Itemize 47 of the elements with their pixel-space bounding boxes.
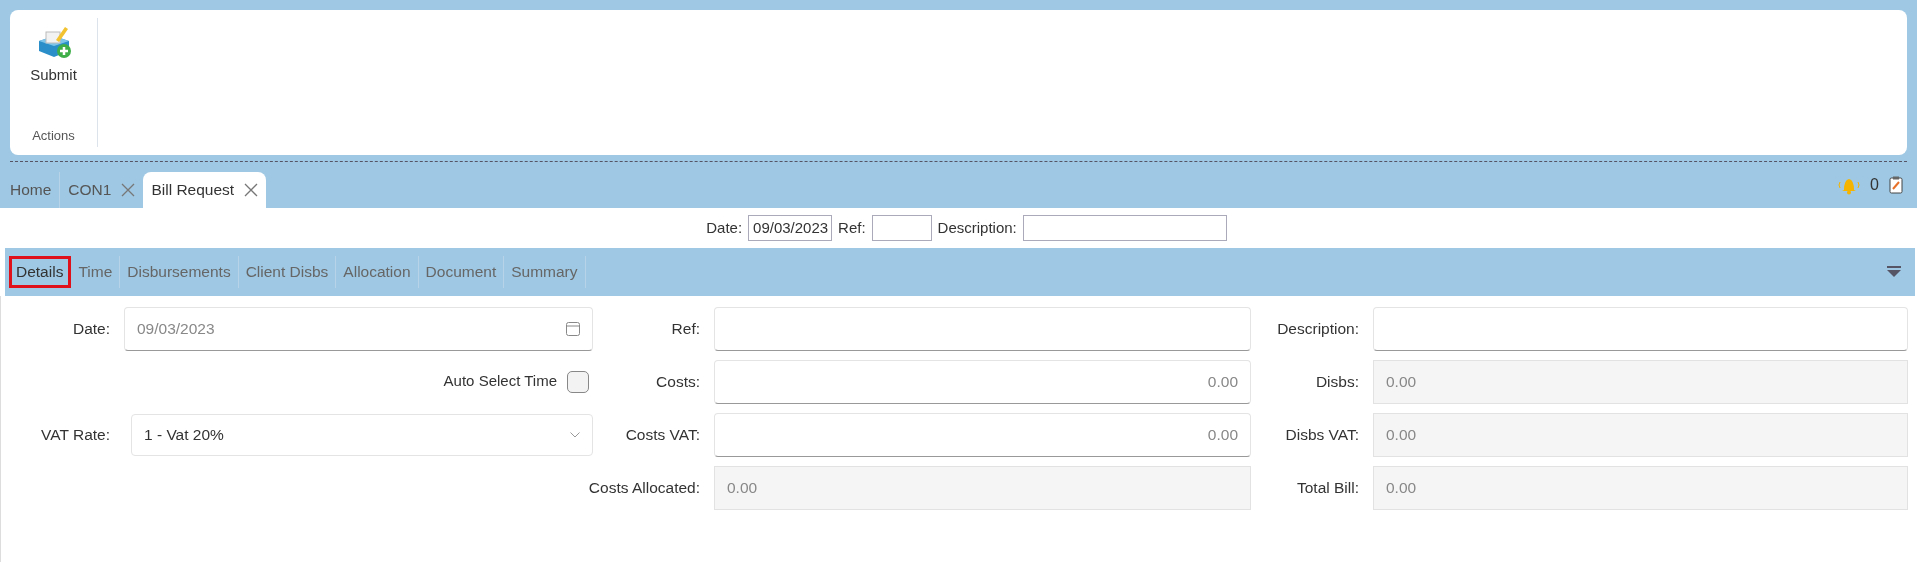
input-field[interactable] [871, 215, 932, 241]
input-field: 0.00 [714, 465, 1251, 510]
field-label: Ref: [671, 318, 701, 339]
input-field[interactable] [1022, 215, 1227, 241]
chevron-down-icon [570, 431, 580, 438]
notification-count: 0 [1870, 175, 1879, 195]
checkbox[interactable] [567, 370, 589, 393]
field-label: Costs: [656, 371, 701, 392]
page-tab[interactable]: Bill Request [143, 172, 267, 208]
field-label: Auto Select Time [443, 371, 557, 392]
field-label: Description: [937, 217, 1017, 238]
section-tab[interactable]: Allocation [336, 256, 419, 288]
field-label: Disbs: [1315, 371, 1360, 392]
field-label: Costs Allocated: [588, 477, 701, 498]
field-label: Ref: [838, 217, 866, 238]
field-label: Total Bill: [1296, 477, 1360, 498]
submit-button[interactable]: Submit [26, 18, 81, 87]
clipboard-pencil-icon [1889, 176, 1903, 194]
dropdown[interactable]: 1 - Vat 20% [131, 413, 593, 456]
input-field[interactable]: 0.00 [714, 412, 1251, 457]
section-tab[interactable]: Details [9, 256, 72, 288]
group-label: Actions [32, 126, 75, 145]
section-tab[interactable]: Time [71, 256, 121, 288]
section-tab[interactable]: Summary [504, 256, 586, 288]
close-button[interactable] [244, 183, 259, 197]
close-button[interactable] [121, 183, 136, 197]
field-label: VAT Rate: [41, 424, 111, 445]
field-label: Date: [72, 318, 111, 339]
page-tab[interactable]: CON1 [60, 172, 144, 208]
collapse-icon [1887, 266, 1901, 278]
input-field: 0.00 [1373, 359, 1908, 404]
input-field: 0.00 [1373, 465, 1908, 510]
field-label: Costs VAT: [625, 424, 701, 445]
input-field[interactable]: 0.00 [714, 359, 1251, 404]
page-tab[interactable]: Home [2, 172, 61, 208]
field-label: Date: [706, 217, 743, 238]
input-field[interactable]: 09/03/2023 [748, 215, 833, 241]
section-tab[interactable]: Client Disbs [238, 256, 337, 288]
close-icon [121, 183, 136, 197]
close-icon [244, 183, 259, 197]
calendar-icon [566, 321, 580, 336]
field-label: Description: [1277, 318, 1360, 339]
input-field: 0.00 [1373, 412, 1908, 457]
section-tab[interactable]: Disbursements [120, 256, 239, 288]
section-tab[interactable]: Document [418, 256, 505, 288]
date-picker[interactable]: 09/03/2023 [124, 306, 593, 351]
field-label: Disbs VAT: [1285, 424, 1360, 445]
